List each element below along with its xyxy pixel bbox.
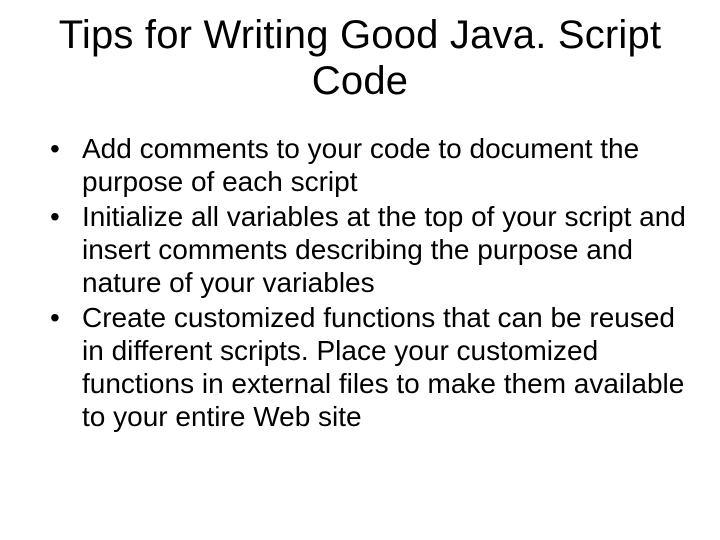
slide-container: Tips for Writing Good Java. Script Code … xyxy=(0,0,720,540)
list-item: Initialize all variables at the top of y… xyxy=(50,200,690,299)
list-item: Add comments to your code to document th… xyxy=(50,132,690,198)
slide-title: Tips for Writing Good Java. Script Code xyxy=(30,12,690,104)
list-item: Create customized functions that can be … xyxy=(50,301,690,433)
bullet-list: Add comments to your code to document th… xyxy=(30,132,690,433)
